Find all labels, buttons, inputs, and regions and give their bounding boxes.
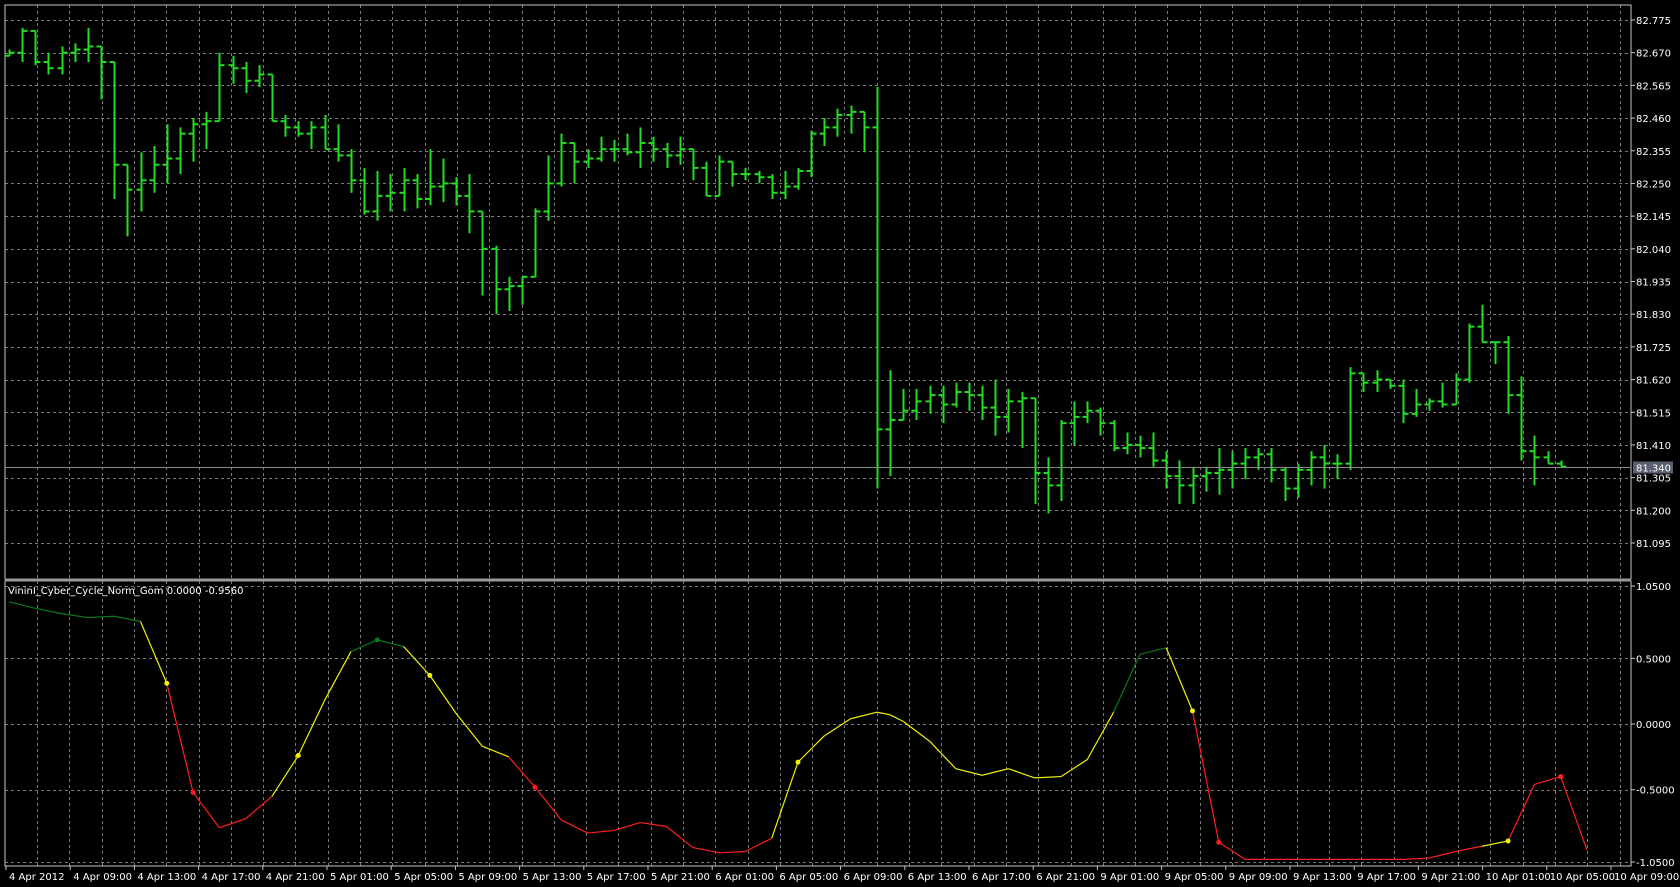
price-tick-label: 82.670 <box>1636 49 1671 60</box>
time-tick-label: 6 Apr 09:00 <box>844 872 903 883</box>
price-tick-label: 81.725 <box>1636 343 1671 354</box>
indicator-tick-label: 1.0500 <box>1636 582 1671 593</box>
indicator-point <box>1505 838 1511 844</box>
time-tick-label: 10 Apr 05:00 <box>1550 872 1615 883</box>
time-tick-label: 9 Apr 17:00 <box>1357 872 1416 883</box>
time-tick-label: 4 Apr 21:00 <box>266 872 325 883</box>
chart-background <box>0 0 1680 887</box>
time-tick-label: 6 Apr 17:00 <box>972 872 1031 883</box>
indicator-point <box>164 680 170 686</box>
price-tick-label: 81.410 <box>1636 441 1671 452</box>
price-tick-label: 81.935 <box>1636 278 1671 289</box>
indicator-point <box>532 784 538 790</box>
time-tick-label: 9 Apr 09:00 <box>1229 872 1288 883</box>
time-tick-label: 10 Apr 09:00 <box>1614 872 1679 883</box>
indicator-tick-label: -1.0500 <box>1636 858 1675 869</box>
price-tick-label: 82.145 <box>1636 212 1671 223</box>
indicator-point <box>1558 774 1564 780</box>
price-tick-label: 82.460 <box>1636 114 1671 125</box>
time-tick-label: 9 Apr 05:00 <box>1165 872 1224 883</box>
indicator-tick-label: 0.5000 <box>1636 654 1671 665</box>
time-tick-label: 6 Apr 01:00 <box>715 872 774 883</box>
time-tick-label: 4 Apr 13:00 <box>137 872 196 883</box>
time-tick-label: 9 Apr 13:00 <box>1293 872 1352 883</box>
price-tick-label: 81.095 <box>1636 539 1671 550</box>
indicator-tick-label: 0.0000 <box>1636 720 1671 731</box>
indicator-point <box>1190 708 1195 714</box>
time-tick-label: 5 Apr 17:00 <box>587 872 646 883</box>
time-tick-label: 9 Apr 01:00 <box>1100 872 1159 883</box>
time-tick-label: 6 Apr 13:00 <box>908 872 967 883</box>
indicator-point <box>795 759 801 765</box>
time-tick-label: 5 Apr 05:00 <box>394 872 453 883</box>
time-tick-label: 5 Apr 09:00 <box>458 872 517 883</box>
price-tick-label: 81.830 <box>1636 310 1671 321</box>
current-price-label: 81.340 <box>1633 461 1673 475</box>
indicator-tick-label: -0.5000 <box>1636 786 1675 797</box>
chart-canvas: 82.775 82.670 82.565 82.460 82.355 82.250 82.1… <box>0 0 1680 887</box>
price-tick-label: 82.775 <box>1636 16 1671 27</box>
price-tick-label: 81.305 <box>1636 474 1671 485</box>
indicator-point <box>374 637 380 643</box>
indicator-point <box>190 789 196 795</box>
indicator-title: VininI_Cyber_Cycle_Norm_Gom 0.0000 -0.95… <box>8 586 243 597</box>
price-tick-label: 81.620 <box>1636 376 1671 387</box>
time-tick-label: 4 Apr 09:00 <box>73 872 132 883</box>
time-tick-label: 5 Apr 13:00 <box>523 872 582 883</box>
price-tick-label: 81.515 <box>1636 408 1671 419</box>
current-price-text: 81.340 <box>1636 464 1671 475</box>
price-tick-label: 82.040 <box>1636 245 1671 256</box>
price-tick-label: 82.250 <box>1636 179 1671 190</box>
indicator-point <box>295 753 301 759</box>
time-tick-label: 6 Apr 05:00 <box>779 872 838 883</box>
price-tick-label: 81.200 <box>1636 506 1671 517</box>
indicator-point <box>427 672 433 678</box>
time-tick-label: 10 Apr 01:00 <box>1486 872 1551 883</box>
price-tick-label: 82.355 <box>1636 147 1671 158</box>
time-tick-label: 5 Apr 21:00 <box>651 872 710 883</box>
time-tick-label: 4 Apr 17:00 <box>202 872 261 883</box>
time-tick-label: 5 Apr 01:00 <box>330 872 389 883</box>
time-tick-label: 6 Apr 21:00 <box>1036 872 1095 883</box>
time-tick-label: 4 Apr 2012 <box>9 872 64 883</box>
indicator-point <box>1216 839 1222 845</box>
time-tick-label: 9 Apr 21:00 <box>1421 872 1480 883</box>
price-tick-label: 82.565 <box>1636 81 1671 92</box>
